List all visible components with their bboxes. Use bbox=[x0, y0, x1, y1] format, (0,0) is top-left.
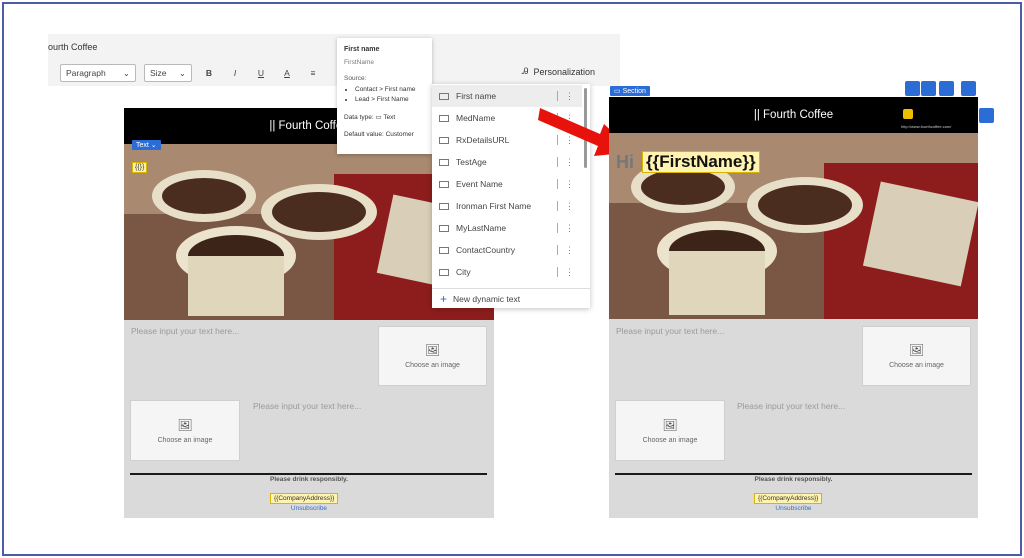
section-save-icon[interactable] bbox=[939, 81, 954, 96]
choose-image-label: Choose an image bbox=[889, 362, 944, 369]
paragraph-label: Paragraph bbox=[66, 68, 106, 78]
tooltip-sources: Contact > First name Lead > First Name bbox=[344, 86, 425, 103]
format-row: Paragraph ⌄ Size ⌄ B I U A ≡ bbox=[60, 64, 322, 82]
new-dynamic-text-label: New dynamic text bbox=[453, 293, 521, 304]
underline-button[interactable]: U bbox=[252, 68, 270, 78]
coffee-logo-icon bbox=[903, 109, 913, 119]
chevron-down-icon: ⌄ bbox=[122, 67, 130, 78]
left-image-slot-1[interactable]: 🖼 Choose an image bbox=[378, 326, 487, 386]
more-icon[interactable]: ⋮ bbox=[565, 223, 574, 234]
text-type-icon: ▭ bbox=[375, 114, 382, 121]
left-company-address: {{CompanyAddress}} bbox=[270, 493, 339, 504]
right-unsubscribe-link[interactable]: Unsubscribe bbox=[609, 505, 978, 512]
list-item[interactable]: City ⋮ bbox=[432, 261, 582, 283]
text-block-tag[interactable]: Text ⌄ bbox=[132, 140, 161, 150]
tooltip-field: FirstName bbox=[344, 59, 374, 66]
image-icon: 🖼 bbox=[424, 343, 441, 357]
personalization-icon: Ꭿ bbox=[522, 66, 529, 76]
tooltip-source-label: Source: bbox=[344, 75, 367, 82]
list-item[interactable]: Ironman First Name ⋮ bbox=[432, 195, 582, 217]
paragraph-dropdown[interactable]: Paragraph ⌄ bbox=[60, 64, 136, 82]
right-header-title: || Fourth Coffee bbox=[753, 109, 834, 121]
right-company-address: {{CompanyAddress}} bbox=[754, 493, 823, 504]
text-field-icon bbox=[439, 224, 449, 232]
italic-button[interactable]: I bbox=[226, 68, 244, 78]
greeting-hi: Hi bbox=[616, 152, 634, 172]
text-field-icon bbox=[439, 202, 449, 210]
editor-toolbar: ourth Coffee Paragraph ⌄ Size ⌄ B I U A … bbox=[48, 34, 620, 86]
text-field-icon bbox=[439, 180, 449, 188]
image-icon: 🖼 bbox=[908, 343, 925, 357]
move-icon[interactable] bbox=[979, 108, 994, 123]
left-empty-token[interactable]: {{}} bbox=[132, 162, 148, 173]
right-text-placeholder-2[interactable]: Please input your text here... bbox=[737, 401, 845, 411]
text-field-icon bbox=[439, 114, 449, 122]
font-color-button[interactable]: A bbox=[278, 68, 296, 78]
tooltip-source: Lead > First Name bbox=[355, 96, 425, 103]
website-url: http://www.fourthcoffee.com/ bbox=[901, 124, 952, 129]
left-text-placeholder-2[interactable]: Please input your text here... bbox=[253, 401, 361, 411]
plus-icon: + bbox=[440, 291, 448, 306]
left-image-slot-2[interactable]: 🖼 Choose an image bbox=[130, 400, 240, 461]
more-icon[interactable]: ⋮ bbox=[565, 245, 574, 256]
more-icon[interactable]: ⋮ bbox=[565, 179, 574, 190]
text-field-icon bbox=[439, 136, 449, 144]
text-field-icon bbox=[439, 158, 449, 166]
left-unsubscribe-link[interactable]: Unsubscribe bbox=[124, 505, 494, 512]
more-icon[interactable]: ⋮ bbox=[565, 267, 574, 278]
section-icon: ▭ bbox=[614, 88, 621, 95]
email-title: ourth Coffee bbox=[48, 42, 98, 52]
image-icon: 🖼 bbox=[662, 417, 678, 432]
personalization-button[interactable]: Ꭿ Personalization bbox=[522, 66, 595, 77]
personalization-label: Personalization bbox=[533, 66, 596, 77]
left-text-placeholder-1[interactable]: Please input your text here... bbox=[131, 326, 239, 336]
left-divider bbox=[130, 473, 487, 475]
tooltip-data-type: Data type: ▭ Text bbox=[344, 114, 396, 121]
choose-image-label: Choose an image bbox=[405, 362, 460, 369]
right-image-slot-2[interactable]: 🖼 Choose an image bbox=[615, 400, 725, 461]
delete-icon[interactable] bbox=[961, 81, 976, 96]
more-icon[interactable]: ⋮ bbox=[565, 157, 574, 168]
text-field-icon bbox=[439, 246, 449, 254]
field-info-tooltip: First name FirstName Source: Contact > F… bbox=[337, 38, 432, 154]
more-icon[interactable]: ⋮ bbox=[565, 201, 574, 212]
section-settings-icon[interactable] bbox=[921, 81, 936, 96]
tooltip-default-value: Default value: Customer bbox=[344, 131, 414, 138]
list-item[interactable]: MyLastName ⋮ bbox=[432, 217, 582, 239]
image-icon: 🖼 bbox=[177, 417, 193, 432]
right-image-slot-1[interactable]: 🖼 Choose an image bbox=[862, 326, 971, 386]
left-drink-text: Please drink responsibly. bbox=[270, 476, 348, 483]
tooltip-title: First name bbox=[344, 46, 380, 53]
firstname-token[interactable]: {{FirstName}} bbox=[642, 151, 760, 173]
list-item[interactable]: ContactCountry ⋮ bbox=[432, 239, 582, 261]
align-icon[interactable]: ≡ bbox=[304, 68, 322, 78]
text-field-icon bbox=[439, 92, 449, 100]
text-field-icon bbox=[439, 268, 449, 276]
right-email-canvas: || Fourth Coffee http://www.fourthcoffee… bbox=[609, 97, 978, 518]
choose-image-label: Choose an image bbox=[642, 436, 698, 444]
size-dropdown[interactable]: Size ⌄ bbox=[144, 64, 192, 82]
list-item[interactable]: Event Name ⋮ bbox=[432, 173, 582, 195]
section-tag[interactable]: ▭ Section bbox=[610, 86, 650, 96]
choose-image-label: Choose an image bbox=[157, 436, 213, 444]
right-drink-text: Please drink responsibly. bbox=[754, 476, 833, 483]
chevron-down-icon: ⌄ bbox=[178, 67, 186, 78]
section-action-icon[interactable] bbox=[905, 81, 920, 96]
size-label: Size bbox=[150, 68, 167, 78]
new-dynamic-text-button[interactable]: + New dynamic text bbox=[432, 288, 590, 308]
right-divider bbox=[615, 473, 972, 475]
bold-button[interactable]: B bbox=[200, 68, 218, 78]
tooltip-source: Contact > First name bbox=[355, 86, 425, 93]
right-text-placeholder-1[interactable]: Please input your text here... bbox=[616, 326, 724, 336]
